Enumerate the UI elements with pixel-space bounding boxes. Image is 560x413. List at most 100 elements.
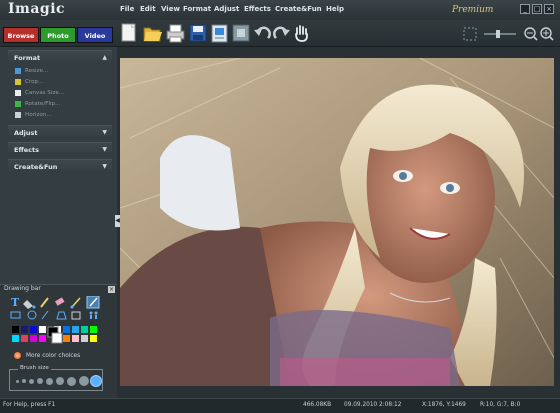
color-swatch[interactable] bbox=[63, 326, 70, 333]
chevron-down-icon: ▼ bbox=[102, 129, 107, 136]
fit-screen-icon[interactable] bbox=[463, 27, 477, 41]
brush-size-8[interactable] bbox=[79, 376, 89, 386]
zoom-out-icon[interactable] bbox=[524, 27, 538, 41]
section-format[interactable]: Format ▲ bbox=[8, 50, 112, 64]
color-swatch[interactable] bbox=[90, 335, 97, 342]
new-document-icon[interactable] bbox=[121, 23, 136, 42]
color-palette[interactable] bbox=[12, 326, 108, 350]
color-swatch[interactable] bbox=[72, 335, 79, 342]
status-file-size: 466.08KB bbox=[303, 402, 332, 408]
line-tool-icon[interactable] bbox=[41, 310, 49, 320]
zoom-slider[interactable] bbox=[484, 30, 516, 38]
brush-size-2[interactable] bbox=[22, 379, 26, 383]
close-button[interactable]: × bbox=[544, 4, 554, 14]
photo-button[interactable]: Photo bbox=[40, 27, 76, 43]
video-button[interactable]: Video bbox=[77, 27, 113, 43]
menu-format[interactable]: Format bbox=[183, 5, 211, 13]
color-swatch[interactable] bbox=[30, 326, 37, 333]
brush-size-3[interactable] bbox=[29, 379, 34, 384]
stamp-tool-icon[interactable] bbox=[89, 311, 98, 320]
color-swatch[interactable] bbox=[90, 326, 97, 333]
format-crop[interactable]: Crop... bbox=[15, 78, 43, 87]
chevron-down-icon: ▼ bbox=[102, 146, 107, 153]
section-effects-label: Effects bbox=[14, 146, 39, 154]
drawing-bar-close-icon[interactable]: × bbox=[108, 286, 115, 293]
more-colors-link[interactable]: More color choices bbox=[26, 353, 80, 359]
color-swatch[interactable] bbox=[30, 335, 37, 342]
color-swatch[interactable] bbox=[39, 326, 46, 333]
section-create-fun[interactable]: Create&Fun ▼ bbox=[8, 159, 112, 173]
brush-size-box: Brush size bbox=[9, 365, 103, 391]
menu-view[interactable]: View bbox=[161, 5, 180, 13]
menu-effects[interactable]: Effects bbox=[244, 5, 271, 13]
color-swatch[interactable] bbox=[72, 326, 79, 333]
select-tool-icon[interactable] bbox=[71, 311, 81, 320]
frame-icon[interactable] bbox=[232, 24, 250, 42]
color-picker-icon[interactable] bbox=[86, 296, 100, 309]
pencil-icon[interactable] bbox=[40, 297, 49, 308]
browse-button[interactable]: Browse bbox=[3, 27, 39, 43]
undo-icon[interactable] bbox=[254, 26, 271, 39]
color-swatch[interactable] bbox=[81, 326, 88, 333]
format-horizon-label: Horizon... bbox=[25, 112, 52, 118]
format-crop-label: Crop... bbox=[25, 79, 44, 85]
status-date: 09.09.2010 2:08:12 bbox=[344, 402, 402, 408]
format-canvas-size[interactable]: Canvas Size... bbox=[15, 89, 64, 98]
maximize-button[interactable]: □ bbox=[532, 4, 542, 14]
brush-size-label: Brush size bbox=[18, 365, 51, 371]
save-icon[interactable] bbox=[189, 24, 207, 42]
color-swatch[interactable] bbox=[21, 326, 28, 333]
menu-file[interactable]: File bbox=[120, 5, 134, 13]
menu-adjust[interactable]: Adjust bbox=[214, 5, 239, 13]
text-tool-icon[interactable]: T bbox=[11, 296, 20, 309]
color-swatch[interactable] bbox=[21, 335, 28, 342]
toolbar-icons bbox=[121, 23, 308, 43]
hand-pan-icon[interactable] bbox=[295, 25, 308, 42]
background-color[interactable] bbox=[51, 332, 63, 344]
brush-size-7[interactable] bbox=[67, 377, 76, 386]
brush-size-5[interactable] bbox=[46, 378, 53, 385]
color-swatch[interactable] bbox=[12, 335, 19, 342]
brush-size-4[interactable] bbox=[37, 378, 43, 384]
drawing-tools: T bbox=[10, 296, 100, 320]
format-rotate-label: Rotate/Flip... bbox=[25, 101, 61, 107]
canvas-size-icon bbox=[15, 89, 21, 96]
brush-size-6[interactable] bbox=[56, 377, 64, 385]
ellipse-tool-icon[interactable] bbox=[27, 310, 37, 320]
image-info-icon[interactable] bbox=[211, 24, 228, 43]
menu-help[interactable]: Help bbox=[326, 5, 344, 13]
status-bar: For Help, press F1 466.08KB 09.09.2010 2… bbox=[0, 398, 560, 413]
fill-bucket-icon[interactable] bbox=[23, 300, 36, 309]
zoom-in-icon[interactable] bbox=[540, 27, 554, 41]
zoom-controls bbox=[463, 27, 554, 41]
minimize-button[interactable]: _ bbox=[520, 4, 530, 14]
polygon-tool-icon[interactable] bbox=[56, 311, 67, 320]
format-resize[interactable]: Resize... bbox=[15, 67, 48, 76]
print-icon[interactable] bbox=[166, 24, 185, 43]
format-rotate[interactable]: Rotate/Flip... bbox=[15, 100, 60, 109]
status-help: For Help, press F1 bbox=[3, 402, 56, 408]
format-horizon[interactable]: Horizon... bbox=[15, 111, 52, 120]
color-swatch[interactable] bbox=[12, 326, 19, 333]
brush-size-1[interactable] bbox=[16, 380, 19, 383]
crop-icon bbox=[15, 78, 21, 85]
brush-icon[interactable] bbox=[70, 297, 81, 309]
rectangle-tool-icon[interactable] bbox=[10, 311, 21, 319]
app-title: Imagic bbox=[8, 1, 66, 17]
section-effects[interactable]: Effects ▼ bbox=[8, 142, 112, 156]
menu-create-fun[interactable]: Create&Fun bbox=[275, 5, 322, 13]
horizon-icon bbox=[15, 111, 21, 118]
open-folder-icon[interactable] bbox=[143, 27, 162, 42]
section-create-fun-label: Create&Fun bbox=[14, 163, 58, 171]
color-swatch[interactable] bbox=[81, 335, 88, 342]
menu-edit[interactable]: Edit bbox=[140, 5, 156, 13]
section-adjust[interactable]: Adjust ▼ bbox=[8, 125, 112, 139]
brush-size-selected[interactable] bbox=[91, 376, 101, 386]
status-coordinates: X:1876, Y:1469 bbox=[422, 402, 466, 408]
color-swatch[interactable] bbox=[39, 335, 46, 342]
rotate-icon bbox=[15, 100, 21, 107]
color-swatch[interactable] bbox=[63, 335, 70, 342]
redo-icon[interactable] bbox=[273, 26, 290, 39]
eraser-icon[interactable] bbox=[55, 297, 65, 306]
image-canvas[interactable] bbox=[120, 58, 554, 386]
